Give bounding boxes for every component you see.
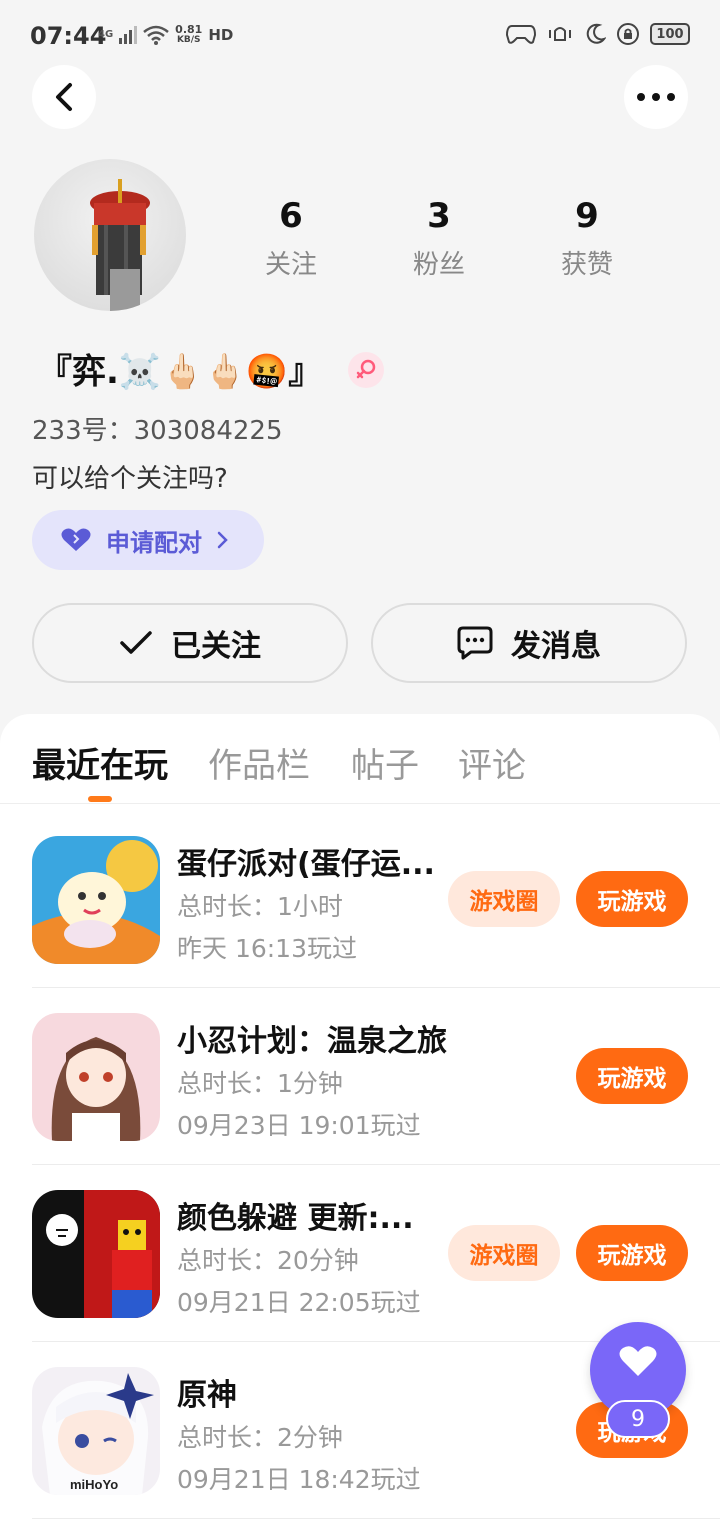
send-message-label: 发消息: [511, 629, 601, 664]
game-title: 蛋仔派对(蛋仔运...: [177, 847, 435, 882]
net-speed: 0.81 KB/S: [175, 24, 202, 46]
game-title: 颜色躲避 更新:...: [177, 1201, 414, 1236]
stat-likes-value: 9: [575, 196, 599, 236]
more-dots-icon: [637, 93, 675, 101]
game-title: 原神: [177, 1378, 237, 1413]
game-row[interactable]: 蛋仔派对(蛋仔运... 总时长：1小时 昨天 16:13玩过 游戏圈 玩游戏: [32, 811, 720, 988]
avatar-image: [90, 179, 150, 311]
stat-following-value: 6: [279, 196, 303, 236]
stat-likes-label: 获赞: [560, 250, 613, 280]
wifi-icon: [143, 25, 169, 45]
game-duration: 总时长：1小时: [177, 892, 343, 921]
network-type: 4G: [98, 29, 114, 40]
bio: 可以给个关注吗?: [32, 464, 228, 494]
battery-level: 100: [656, 26, 684, 42]
game-icon-eggy-party[interactable]: [32, 836, 160, 964]
game-icon-color-dodge[interactable]: [32, 1190, 160, 1318]
game-icon-genshin[interactable]: miHoYo: [32, 1367, 160, 1495]
battery-icon: 100: [650, 23, 690, 45]
username: 『弈.☠️🖕🏻🖕🏻🤬』: [38, 352, 323, 392]
status-right: 100: [506, 22, 690, 46]
send-message-button[interactable]: 发消息: [371, 603, 687, 683]
stat-likes[interactable]: 9 获赞: [527, 196, 647, 281]
following-label: 已关注: [171, 629, 261, 664]
game-duration: 总时长：20分钟: [177, 1246, 359, 1275]
like-count-badge: 9: [606, 1400, 670, 1438]
avatar[interactable]: [34, 159, 186, 311]
tab-indicator: [88, 796, 112, 802]
game-circle-button[interactable]: 游戏圈: [448, 1225, 560, 1281]
more-options-button[interactable]: [624, 65, 688, 129]
play-game-button[interactable]: 玩游戏: [576, 1048, 688, 1104]
game-last-played: 09月21日 22:05玩过: [177, 1288, 421, 1317]
tab-comments[interactable]: 评论: [458, 738, 526, 787]
gamepad-icon: [506, 25, 536, 44]
play-game-button[interactable]: 玩游戏: [576, 871, 688, 927]
tab-recent-games[interactable]: 最近在玩: [32, 738, 168, 787]
signal-icon: [119, 26, 138, 44]
following-button[interactable]: 已关注: [32, 603, 348, 683]
game-last-played: 09月23日 19:01玩过: [177, 1111, 421, 1140]
net-speed-value: 0.81: [175, 23, 203, 36]
chat-bubble-icon: [457, 626, 493, 660]
stat-followers[interactable]: 3 粉丝: [379, 196, 499, 281]
game-circle-button[interactable]: 游戏圈: [448, 871, 560, 927]
game-row[interactable]: 颜色躲避 更新:... 总时长：20分钟 09月21日 22:05玩过 游戏圈 …: [32, 1165, 720, 1342]
game-row[interactable]: 小忍计划：温泉之旅 总时长：1分钟 09月23日 19:01玩过 玩游戏: [32, 988, 720, 1165]
check-icon: [120, 631, 152, 654]
game-icon-brand-text: miHoYo: [70, 1477, 119, 1492]
tab-bar: 最近在玩 作品栏 帖子 评论: [0, 714, 720, 804]
pair-request-label: 申请配对: [106, 528, 202, 557]
female-icon: [348, 352, 384, 388]
chevron-right-icon: [217, 531, 228, 549]
status-time: 07:44: [30, 22, 107, 50]
game-duration: 总时长：2分钟: [177, 1423, 343, 1452]
status-bar: 07:44 4G 0.81 KB/S HD 100: [0, 0, 720, 72]
vibrate-icon: [549, 27, 571, 41]
game-icon-shinobi-plan[interactable]: [32, 1013, 160, 1141]
stat-followers-label: 粉丝: [412, 250, 465, 280]
game-title: 小忍计划：温泉之旅: [177, 1024, 447, 1059]
stat-following[interactable]: 6 关注: [231, 196, 351, 281]
back-button[interactable]: [32, 65, 96, 129]
moon-icon: [586, 23, 606, 44]
game-last-played: 09月21日 18:42玩过: [177, 1465, 421, 1494]
user-id: 233号：303084225: [32, 416, 283, 446]
pair-request-button[interactable]: 申请配对: [32, 510, 264, 570]
tab-posts[interactable]: 帖子: [351, 738, 419, 787]
hd-badge: HD: [208, 26, 234, 44]
net-speed-unit: KB/S: [176, 35, 201, 45]
game-duration: 总时长：1分钟: [177, 1069, 343, 1098]
heart-icon: [61, 528, 91, 551]
stat-following-label: 关注: [264, 250, 317, 280]
tab-works[interactable]: 作品栏: [208, 738, 310, 787]
play-game-button[interactable]: 玩游戏: [576, 1225, 688, 1281]
network-indicator: 4G 0.81 KB/S HD: [98, 24, 233, 46]
rotation-lock-icon: [617, 23, 639, 45]
stat-followers-value: 3: [427, 196, 451, 236]
back-arrow-icon: [56, 83, 72, 111]
game-last-played: 昨天 16:13玩过: [177, 934, 357, 963]
heart-icon: [619, 1346, 657, 1376]
